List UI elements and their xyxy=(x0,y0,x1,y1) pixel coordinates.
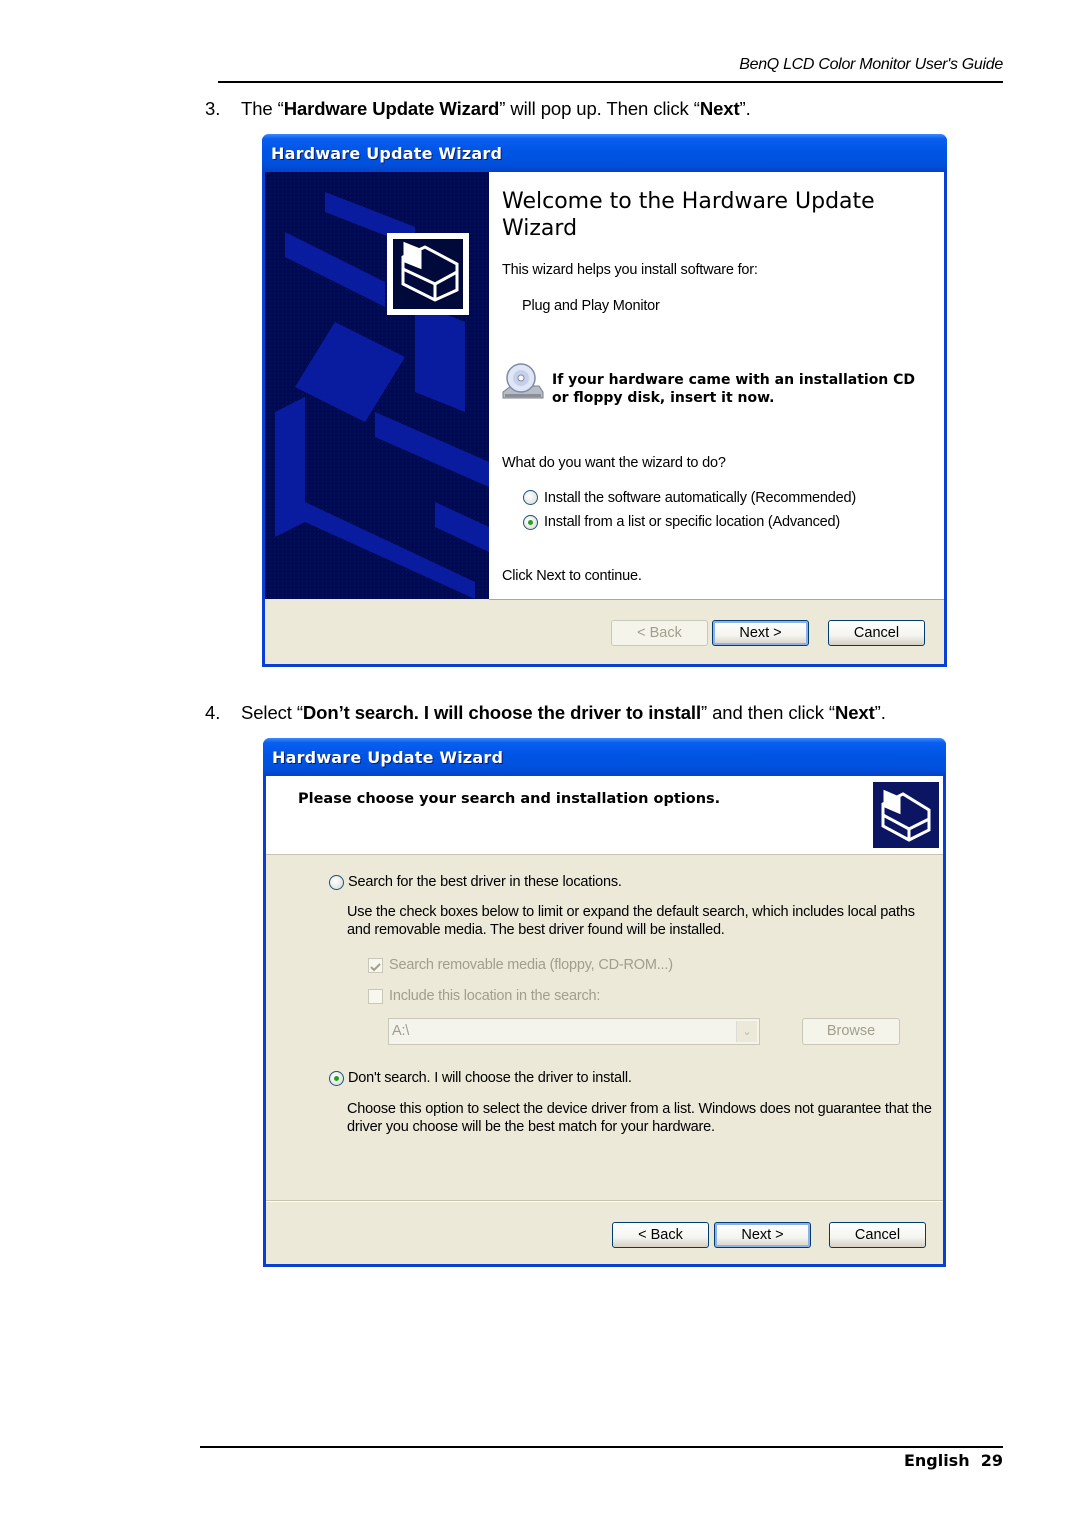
step-text: The “Hardware Update Wizard” will pop up… xyxy=(241,98,751,119)
continue-text: Click Next to continue. xyxy=(502,568,642,584)
instruction-text: The “ xyxy=(241,98,284,119)
wizard-heading: Please choose your search and installati… xyxy=(298,791,721,807)
emphasis-text: Next xyxy=(699,98,740,119)
cancel-button[interactable]: Cancel xyxy=(829,1222,926,1248)
window-title: Hardware Update Wizard xyxy=(271,144,503,163)
title-bar[interactable]: Hardware Update Wizard xyxy=(263,738,946,776)
location-value: A:\ xyxy=(392,1023,410,1039)
button-bar: < Back Next > Cancel xyxy=(265,600,944,664)
checkmark-icon xyxy=(370,963,381,972)
instruction-text: ” and then click “ xyxy=(701,702,835,723)
browse-button[interactable]: Browse xyxy=(802,1018,900,1045)
checkbox-include-location-label[interactable]: Include this location in the search: xyxy=(389,988,600,1004)
back-button[interactable]: < Back xyxy=(611,620,708,646)
radio-dont-search[interactable] xyxy=(329,1071,344,1086)
step-text: Select “Don’t search. I will choose the … xyxy=(241,702,886,723)
next-button[interactable]: Next > xyxy=(712,620,809,646)
emphasis-text: Next xyxy=(834,702,875,723)
wizard-content: Welcome to the Hardware Update Wizard Th… xyxy=(489,172,944,600)
location-combobox[interactable]: A:\ ⌄ xyxy=(388,1018,760,1045)
step-3-instruction: 3. The “Hardware Update Wizard” will pop … xyxy=(205,98,751,120)
title-bar[interactable]: Hardware Update Wizard xyxy=(262,134,947,172)
separator xyxy=(266,1200,943,1202)
wizard-question: What do you want the wizard to do? xyxy=(502,455,726,471)
radio-install-automatically-label[interactable]: Install the software automatically (Reco… xyxy=(544,490,856,506)
instruction-text: Select “ xyxy=(241,702,303,723)
guide-title: BenQ LCD Color Monitor User's Guide xyxy=(739,56,1003,73)
device-name: Plug and Play Monitor xyxy=(522,298,660,314)
page-footer: English 29 xyxy=(850,1451,1003,1470)
radio-install-from-list-label[interactable]: Install from a list or specific location… xyxy=(544,514,840,530)
instruction-text: ”. xyxy=(739,98,751,119)
wizard-sidebar-graphic xyxy=(265,172,489,599)
cd-drive-icon xyxy=(502,363,544,399)
emphasis-text: Hardware Update Wizard xyxy=(283,98,500,119)
hardware-update-wizard-options-dialog: Hardware Update Wizard Please choose you… xyxy=(263,738,946,1267)
wizard-heading: Welcome to the Hardware Update Wizard xyxy=(502,189,875,241)
radio-install-automatically[interactable] xyxy=(523,490,538,505)
radio-install-from-list[interactable] xyxy=(523,515,538,530)
dont-search-description: Choose this option to select the device … xyxy=(347,1101,932,1135)
hardware-update-wizard-welcome-dialog: Hardware Update Wizard Welcome to the Ha… xyxy=(262,134,947,667)
instruction-text: ”. xyxy=(874,702,886,723)
hardware-wizard-icon xyxy=(873,782,939,848)
radio-search-best-driver-label[interactable]: Search for the best driver in these loca… xyxy=(348,874,622,890)
back-button[interactable]: < Back xyxy=(612,1222,709,1248)
footer-language: English xyxy=(903,1451,970,1470)
checkbox-search-removable-media[interactable] xyxy=(368,958,383,973)
wizard-header: Please choose your search and installati… xyxy=(266,776,943,855)
step-number: 4. xyxy=(205,702,221,723)
checkbox-include-location[interactable] xyxy=(368,989,383,1004)
sidebar-decoration xyxy=(265,172,489,599)
step-number: 3. xyxy=(205,98,221,119)
next-button[interactable]: Next > xyxy=(714,1222,811,1248)
footer-rule xyxy=(200,1446,1003,1448)
step-4-instruction: 4. Select “Don’t search. I will choose th… xyxy=(205,702,886,724)
radio-search-best-driver[interactable] xyxy=(329,875,344,890)
radio-dont-search-label[interactable]: Don't search. I will choose the driver t… xyxy=(348,1070,632,1086)
cancel-button[interactable]: Cancel xyxy=(828,620,925,646)
window-title: Hardware Update Wizard xyxy=(272,748,504,767)
instruction-text: ” will pop up. Then click “ xyxy=(499,98,700,119)
page-number: 29 xyxy=(980,1451,1003,1470)
search-description: Use the check boxes below to limit or ex… xyxy=(347,904,915,938)
header-rule xyxy=(218,81,1003,83)
intro-text: This wizard helps you install software f… xyxy=(502,262,758,278)
chevron-down-icon[interactable]: ⌄ xyxy=(736,1021,757,1042)
checkbox-search-removable-media-label[interactable]: Search removable media (floppy, CD-ROM..… xyxy=(389,957,673,973)
emphasis-text: Don’t search. I will choose the driver t… xyxy=(302,702,702,723)
cd-install-note: If your hardware came with an installati… xyxy=(552,372,916,406)
